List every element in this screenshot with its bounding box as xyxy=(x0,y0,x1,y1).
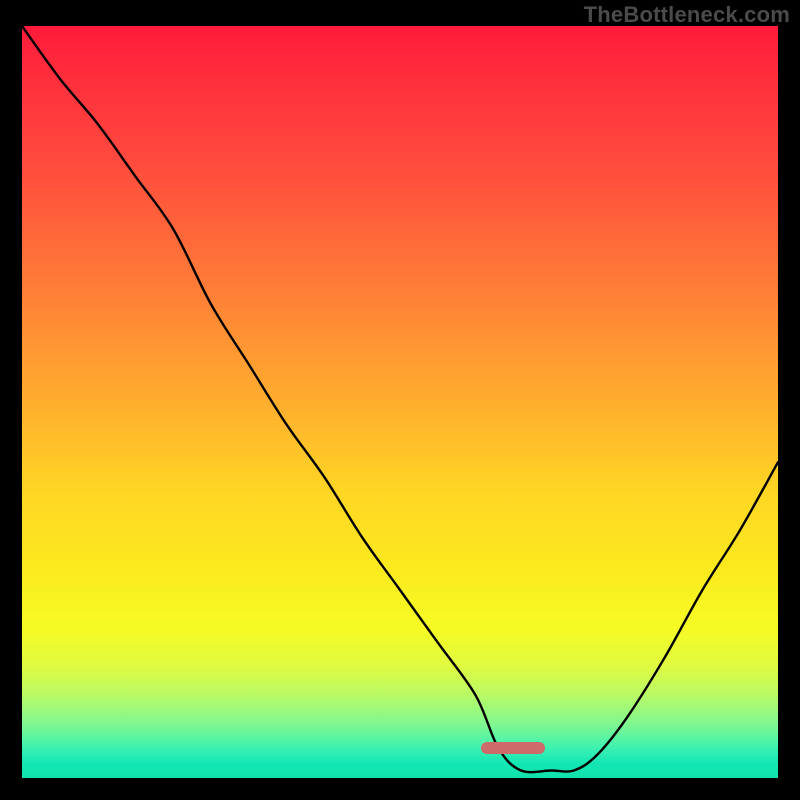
chart-frame: TheBottleneck.com xyxy=(0,0,800,800)
watermark-text: TheBottleneck.com xyxy=(584,2,790,28)
optimal-range-marker xyxy=(481,742,545,754)
bottleneck-curve xyxy=(22,26,778,778)
plot-area xyxy=(22,26,778,778)
